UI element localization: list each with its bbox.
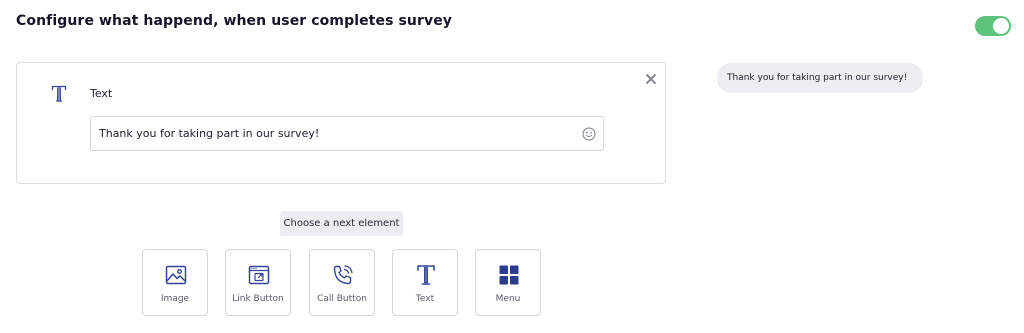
smiley-icon[interactable] <box>582 127 596 141</box>
toggle-knob <box>993 18 1009 34</box>
option-label: Call Button <box>317 294 367 304</box>
option-text[interactable]: Text <box>392 249 458 316</box>
option-call-button[interactable]: Call Button <box>309 249 375 316</box>
option-link-button[interactable]: Link Button <box>225 249 291 316</box>
option-menu[interactable]: Menu <box>475 249 541 316</box>
link-button-icon <box>248 265 270 285</box>
option-label: Image <box>160 294 190 304</box>
message-text-input[interactable] <box>99 117 569 150</box>
survey-completion-config: Configure what happend, when user comple… <box>0 0 1024 333</box>
text-type-icon <box>417 265 435 285</box>
image-icon <box>165 265 187 285</box>
option-label: Menu <box>495 294 521 304</box>
completion-toggle[interactable] <box>975 16 1011 36</box>
text-element-label: Text <box>90 87 113 100</box>
option-image[interactable]: Image <box>142 249 208 316</box>
grid-menu-icon <box>499 265 519 285</box>
choose-next-element-label: Choose a next element <box>280 211 403 236</box>
page-title: Configure what happend, when user comple… <box>16 13 453 29</box>
option-label: Text <box>415 294 435 304</box>
close-icon[interactable] <box>645 73 657 85</box>
text-element-card: Text <box>16 62 666 184</box>
text-type-icon <box>51 85 67 102</box>
option-label: Link Button <box>232 294 284 304</box>
phone-icon <box>333 265 353 285</box>
preview-message-bubble: Thank you for taking part in our survey! <box>717 63 923 93</box>
message-text-field[interactable] <box>90 116 604 151</box>
